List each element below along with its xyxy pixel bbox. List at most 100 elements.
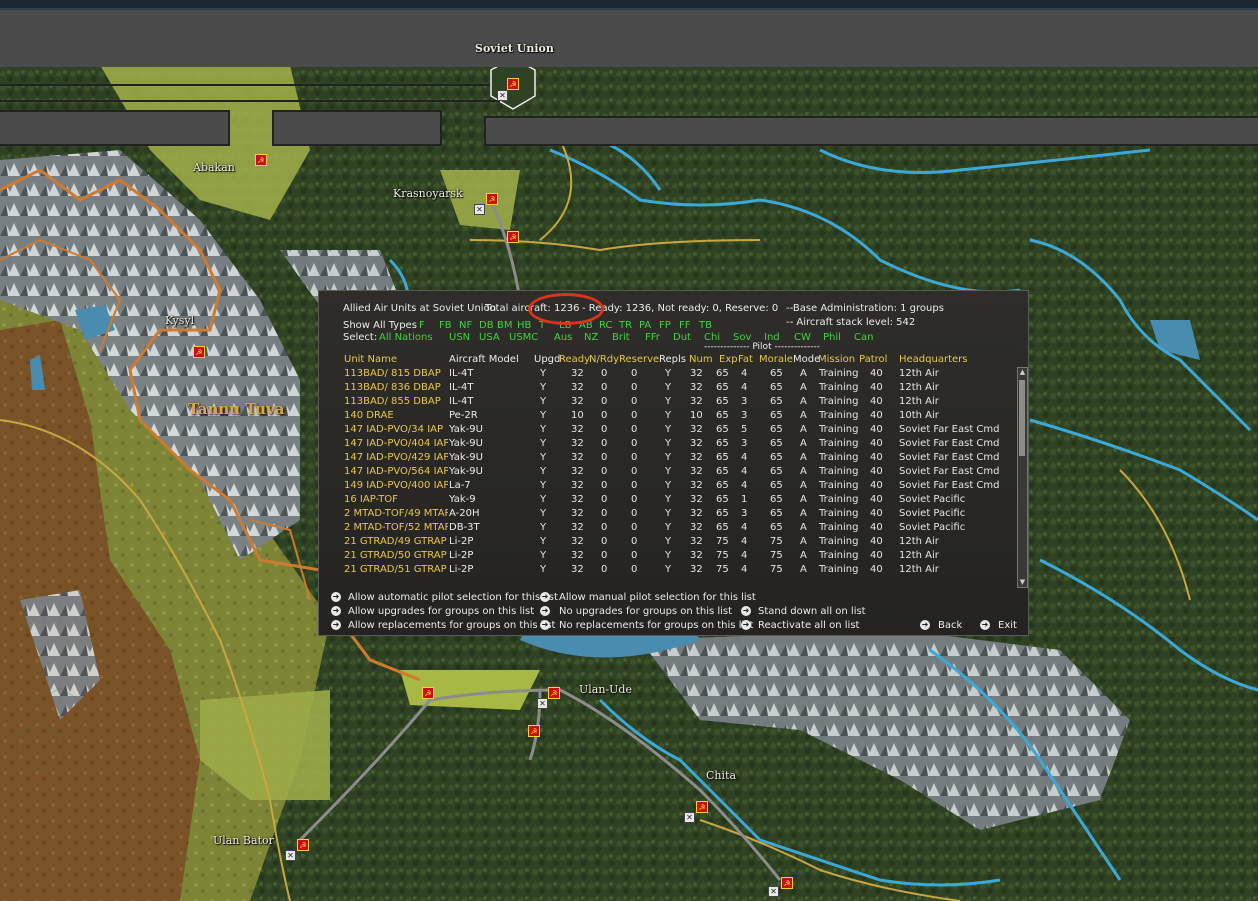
- type-filter-pa[interactable]: PA: [639, 320, 651, 331]
- col-mission[interactable]: Mission: [818, 354, 855, 365]
- col-exp[interactable]: Exp: [719, 354, 738, 365]
- nation-filter-all-nations[interactable]: All Nations: [379, 332, 433, 343]
- cell-unit[interactable]: 147 IAD-PVO/404 IAP: [344, 438, 448, 449]
- soviet-base-icon[interactable]: ☭: [297, 839, 309, 851]
- type-filter-fp[interactable]: FP: [659, 320, 671, 331]
- type-filter-rc[interactable]: RC: [599, 320, 612, 331]
- col-unit-name[interactable]: Unit Name: [344, 354, 448, 365]
- type-filter-ff[interactable]: FF: [679, 320, 691, 331]
- table-row[interactable]: 16 IAP-TOF Yak-9 Y 32 0 0 Y 32 65 1 65 A Training 40 S…: [319, 494, 1009, 508]
- nation-filter-usmc[interactable]: USMC: [509, 332, 538, 343]
- auto-pilot-button[interactable]: Allow automatic pilot selection for this…: [348, 592, 558, 603]
- cell-unit[interactable]: 113BAD/ 836 DBAP: [344, 382, 448, 393]
- table-row[interactable]: 140 DRAE Pe-2R Y 10 0 0 Y 10 65 3 65 A Training 40 10t…: [319, 410, 1009, 424]
- soviet-base-icon[interactable]: ☭: [255, 154, 267, 166]
- table-row[interactable]: 113BAD/ 855 DBAP IL-4T Y 32 0 0 Y 32 65 3 65 A Train…: [319, 396, 1009, 410]
- type-filter-tb[interactable]: TB: [699, 320, 712, 331]
- airfield-icon[interactable]: ✕: [768, 886, 779, 897]
- soviet-base-icon[interactable]: ☭: [486, 193, 498, 205]
- table-row[interactable]: 2 MTAD-TOF/49 MTAP A-20H Y 32 0 0 Y 32 65 3 65 A Tra…: [319, 508, 1009, 522]
- col-fat[interactable]: Fat: [738, 354, 753, 365]
- table-row[interactable]: 113BAD/ 836 DBAP IL-4T Y 32 0 0 Y 32 65 4 65 A Train…: [319, 382, 1009, 396]
- col-mode[interactable]: Mode: [793, 354, 820, 365]
- soviet-base-icon[interactable]: ☭: [781, 877, 793, 889]
- type-filter-bm[interactable]: BM: [497, 320, 513, 331]
- allow-upgrades-button[interactable]: Allow upgrades for groups on this list: [348, 606, 534, 617]
- cell-unit[interactable]: 147 IAD-PVO/34 IAP: [344, 424, 448, 435]
- no-replacements-button[interactable]: No replacements for groups on this list: [559, 620, 753, 631]
- show-all-types-button[interactable]: Show All Types: [343, 320, 417, 331]
- airfield-icon[interactable]: ✕: [497, 90, 508, 101]
- type-filter-tr[interactable]: TR: [619, 320, 632, 331]
- nation-filter-phil[interactable]: Phil: [823, 332, 841, 343]
- cell-unit[interactable]: 113BAD/ 815 DBAP: [344, 368, 448, 379]
- col-not-ready[interactable]: N/Rdy: [589, 354, 619, 365]
- soviet-base-icon[interactable]: ☭: [193, 346, 205, 358]
- cell-unit[interactable]: 149 IAD-PVO/400 IAP: [344, 480, 448, 491]
- soviet-base-icon[interactable]: ☭: [548, 687, 560, 699]
- table-row[interactable]: 21 GTRAD/50 GTRAP Li-2P Y 32 0 0 Y 32 75 4 75 A Trai…: [319, 550, 1009, 564]
- col-patrol[interactable]: Patrol: [859, 354, 887, 365]
- cell-unit[interactable]: 2 MTAD-TOF/52 MTAP: [344, 522, 448, 533]
- back-button[interactable]: Back: [938, 620, 962, 631]
- col-num[interactable]: Num: [689, 354, 713, 365]
- table-row[interactable]: 2 MTAD-TOF/52 MTAP DB-3T Y 32 0 0 Y 32 65 4 65 A Tra…: [319, 522, 1009, 536]
- col-hq[interactable]: Headquarters: [899, 354, 967, 365]
- no-upgrades-button[interactable]: No upgrades for groups on this list: [559, 606, 732, 617]
- type-filter-db[interactable]: DB: [479, 320, 494, 331]
- table-row[interactable]: 147 IAD-PVO/564 IAP Yak-9U Y 32 0 0 Y 32 65 4 65 A T…: [319, 466, 1009, 480]
- cell-unit[interactable]: 113BAD/ 855 DBAP: [344, 396, 448, 407]
- soviet-base-icon[interactable]: ☭: [422, 687, 434, 699]
- nation-filter-brit[interactable]: Brit: [612, 332, 630, 343]
- soviet-base-icon[interactable]: ☭: [528, 725, 540, 737]
- col-upgd[interactable]: Upgd: [534, 354, 560, 365]
- table-row[interactable]: 21 GTRAD/51 GTRAP Li-2P Y 32 0 0 Y 32 75 4 75 A Trai…: [319, 564, 1009, 578]
- nation-filter-dut[interactable]: Dut: [673, 332, 691, 343]
- manual-pilot-button[interactable]: Allow manual pilot selection for this li…: [559, 592, 756, 603]
- allow-replacements-button[interactable]: Allow replacements for groups on this li…: [348, 620, 555, 631]
- col-morale[interactable]: Morale: [759, 354, 793, 365]
- scroll-up-arrow-icon[interactable]: ▲: [1018, 368, 1027, 377]
- cell-unit[interactable]: 16 IAP-TOF: [344, 494, 448, 505]
- type-filter-nf[interactable]: NF: [459, 320, 472, 331]
- nation-filter-usa[interactable]: USA: [479, 332, 500, 343]
- nation-filter-ffr[interactable]: FFr: [645, 332, 660, 343]
- cell-unit[interactable]: 2 MTAD-TOF/49 MTAP: [344, 508, 448, 519]
- type-filter-fb[interactable]: FB: [439, 320, 452, 331]
- reactivate-button[interactable]: Reactivate all on list: [758, 620, 859, 631]
- soviet-base-icon[interactable]: ☭: [507, 231, 519, 243]
- cell-unit[interactable]: 140 DRAE: [344, 410, 448, 421]
- nation-filter-aus[interactable]: Aus: [554, 332, 572, 343]
- cell-unit[interactable]: 21 GTRAD/50 GTRAP: [344, 550, 448, 561]
- airfield-icon[interactable]: ✕: [684, 812, 695, 823]
- airfield-icon[interactable]: ✕: [474, 204, 485, 215]
- table-row[interactable]: 149 IAD-PVO/400 IAP La-7 Y 32 0 0 Y 32 65 4 65 A Tra…: [319, 480, 1009, 494]
- airfield-icon[interactable]: ✕: [285, 850, 296, 861]
- table-row[interactable]: 147 IAD-PVO/404 IAP Yak-9U Y 32 0 0 Y 32 65 3 65 A T…: [319, 438, 1009, 452]
- nation-filter-nz[interactable]: NZ: [584, 332, 598, 343]
- type-filter-hb[interactable]: HB: [517, 320, 531, 331]
- unit-list-scrollbar[interactable]: ▲ ▼: [1017, 367, 1028, 588]
- exit-button[interactable]: Exit: [998, 620, 1017, 631]
- col-reserve[interactable]: Reserve: [619, 354, 659, 365]
- col-ready[interactable]: Ready: [559, 354, 590, 365]
- table-row[interactable]: 147 IAD-PVO/429 IAP Yak-9U Y 32 0 0 Y 32 65 4 65 A T…: [319, 452, 1009, 466]
- col-repls[interactable]: Repls: [659, 354, 686, 365]
- soviet-base-icon[interactable]: ☭: [507, 78, 519, 90]
- stand-down-button[interactable]: Stand down all on list: [758, 606, 866, 617]
- type-filter-f[interactable]: F: [419, 320, 425, 331]
- soviet-base-icon[interactable]: ☭: [696, 801, 708, 813]
- scroll-down-arrow-icon[interactable]: ▼: [1018, 578, 1027, 587]
- table-row[interactable]: 113BAD/ 815 DBAP IL-4T Y 32 0 0 Y 32 65 4 65 A Train…: [319, 368, 1009, 382]
- cell-unit[interactable]: 147 IAD-PVO/429 IAP: [344, 452, 448, 463]
- col-aircraft-model[interactable]: Aircraft Model: [449, 354, 533, 365]
- cell-unit[interactable]: 21 GTRAD/49 GTRAP: [344, 536, 448, 547]
- nation-filter-usn[interactable]: USN: [449, 332, 470, 343]
- scroll-thumb[interactable]: [1019, 380, 1025, 456]
- cell-unit[interactable]: 147 IAD-PVO/564 IAP: [344, 466, 448, 477]
- table-row[interactable]: 21 GTRAD/49 GTRAP Li-2P Y 32 0 0 Y 32 75 4 75 A Trai…: [319, 536, 1009, 550]
- table-row[interactable]: 147 IAD-PVO/34 IAP Yak-9U Y 32 0 0 Y 32 65 5 65 A Tr…: [319, 424, 1009, 438]
- airfield-icon[interactable]: ✕: [537, 698, 548, 709]
- cell-unit[interactable]: 21 GTRAD/51 GTRAP: [344, 564, 448, 575]
- nation-filter-can[interactable]: Can: [854, 332, 873, 343]
